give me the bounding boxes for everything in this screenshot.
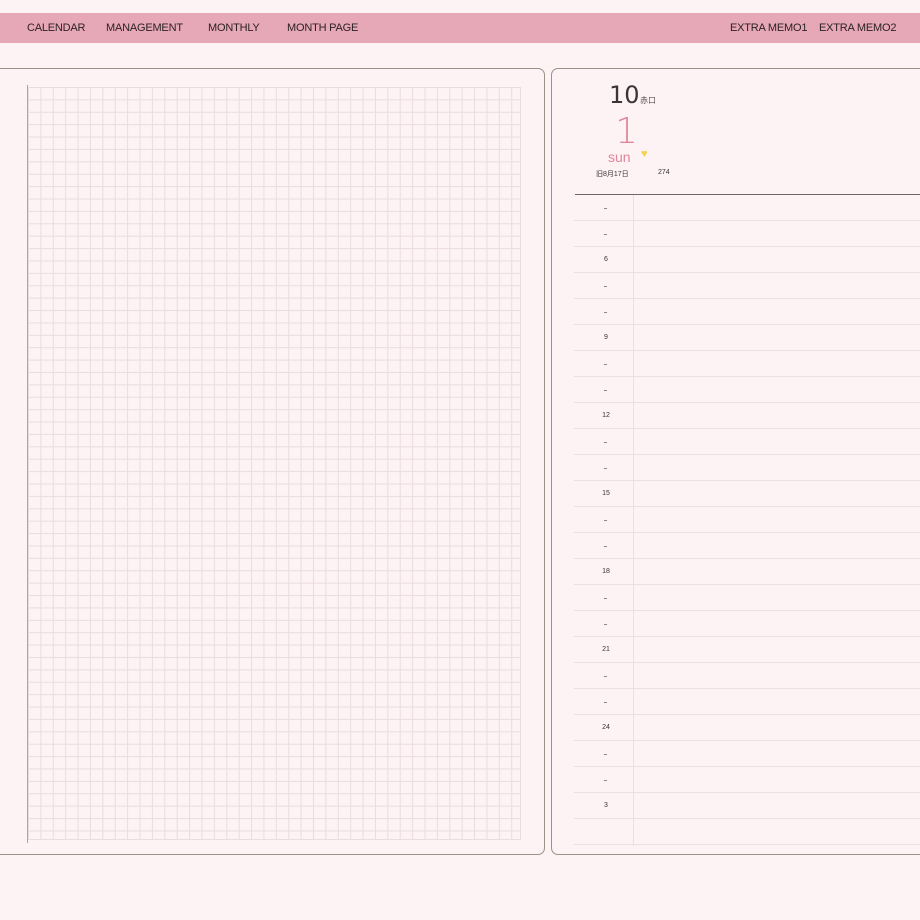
notes-grid-page[interactable] xyxy=(0,68,545,855)
grid-paper xyxy=(28,87,521,840)
nav-extra-memo1[interactable]: EXTRA MEMO1 xyxy=(730,13,807,43)
lunar-date: 旧8月17日 xyxy=(596,171,629,178)
nav-calendar[interactable]: CALENDAR xyxy=(27,13,86,43)
time-tick xyxy=(604,208,607,209)
rokuyo-label: 赤口 xyxy=(640,96,656,105)
time-tick xyxy=(604,468,607,469)
margin-line xyxy=(27,85,28,843)
time-label: 21 xyxy=(602,646,610,653)
time-tick xyxy=(604,390,607,391)
time-tick xyxy=(604,312,607,313)
time-tick xyxy=(604,286,607,287)
time-tick xyxy=(604,754,607,755)
time-label: 12 xyxy=(602,412,610,419)
nav-extra-memo2[interactable]: EXTRA MEMO2 xyxy=(819,13,896,43)
time-label: 15 xyxy=(602,490,610,497)
day-of-year: 274 xyxy=(658,169,670,176)
time-label: 6 xyxy=(604,256,608,263)
time-tick xyxy=(604,546,607,547)
time-tick xyxy=(604,780,607,781)
daily-schedule-page[interactable]: 10 赤口 1 sun ♥ 旧8月17日 274 6 9 12 15 18 21… xyxy=(551,68,920,855)
day-number: 1 xyxy=(615,111,638,152)
schedule-ruled-lines xyxy=(574,195,920,846)
time-tick xyxy=(604,702,607,703)
top-nav-bar: CALENDAR MANAGEMENT MONTHLY MONTH PAGE E… xyxy=(0,13,920,43)
nav-management[interactable]: MANAGEMENT xyxy=(106,13,183,43)
heart-icon: ♥ xyxy=(641,148,648,160)
month-number: 10 xyxy=(609,81,640,109)
time-tick xyxy=(604,442,607,443)
time-tick xyxy=(604,598,607,599)
time-tick xyxy=(604,364,607,365)
time-label: 18 xyxy=(602,568,610,575)
time-tick xyxy=(604,624,607,625)
time-label: 3 xyxy=(604,802,608,809)
time-label: 9 xyxy=(604,334,608,341)
nav-monthly[interactable]: MONTHLY xyxy=(208,13,260,43)
time-tick xyxy=(604,520,607,521)
time-column-divider xyxy=(633,195,634,846)
weekday-label: sun xyxy=(608,149,631,165)
nav-month-page[interactable]: MONTH PAGE xyxy=(287,13,358,43)
time-tick xyxy=(604,234,607,235)
time-tick xyxy=(604,676,607,677)
time-label: 24 xyxy=(602,724,610,731)
